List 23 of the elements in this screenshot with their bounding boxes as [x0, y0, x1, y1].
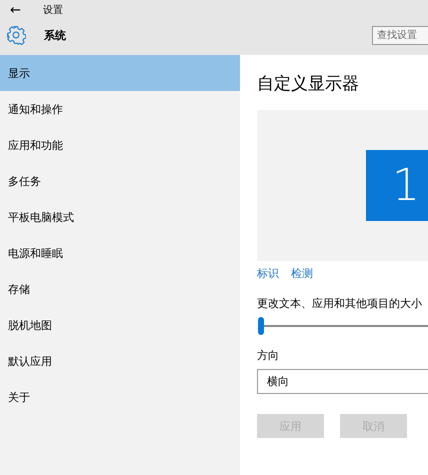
- sidebar-item[interactable]: 多任务: [0, 163, 240, 199]
- scale-label: 更改文本、应用和其他项目的大小: [257, 296, 423, 311]
- settings-icon: [6, 25, 26, 45]
- back-button[interactable]: ←: [10, 2, 21, 18]
- sidebar-item[interactable]: 应用和功能: [0, 127, 240, 163]
- link[interactable]: 检测: [291, 266, 313, 280]
- sidebar-item[interactable]: 默认应用: [0, 343, 240, 379]
- sidebar-item[interactable]: 显示: [0, 55, 240, 91]
- monitor-tile[interactable]: 1: [366, 150, 428, 221]
- slider-thumb[interactable]: [258, 317, 264, 335]
- section-title: 系统: [44, 28, 67, 42]
- sidebar-item[interactable]: 存储: [0, 271, 240, 307]
- search-field[interactable]: 查找设置: [372, 26, 428, 44]
- sidebar-item[interactable]: 平板电脑模式: [0, 199, 240, 235]
- sidebar-item[interactable]: 电源和睡眠: [0, 235, 240, 271]
- sidebar-item[interactable]: 通知和操作: [0, 91, 240, 127]
- sidebar-item[interactable]: 脱机地图: [0, 307, 240, 343]
- page-heading: 自定义显示器: [257, 73, 360, 95]
- orientation-label: 方向: [257, 348, 280, 363]
- window-title: 设置: [42, 4, 63, 17]
- orientation-dropdown[interactable]: 横向: [257, 369, 428, 394]
- link[interactable]: 标识: [257, 266, 279, 280]
- sidebar-item[interactable]: 关于: [0, 379, 240, 415]
